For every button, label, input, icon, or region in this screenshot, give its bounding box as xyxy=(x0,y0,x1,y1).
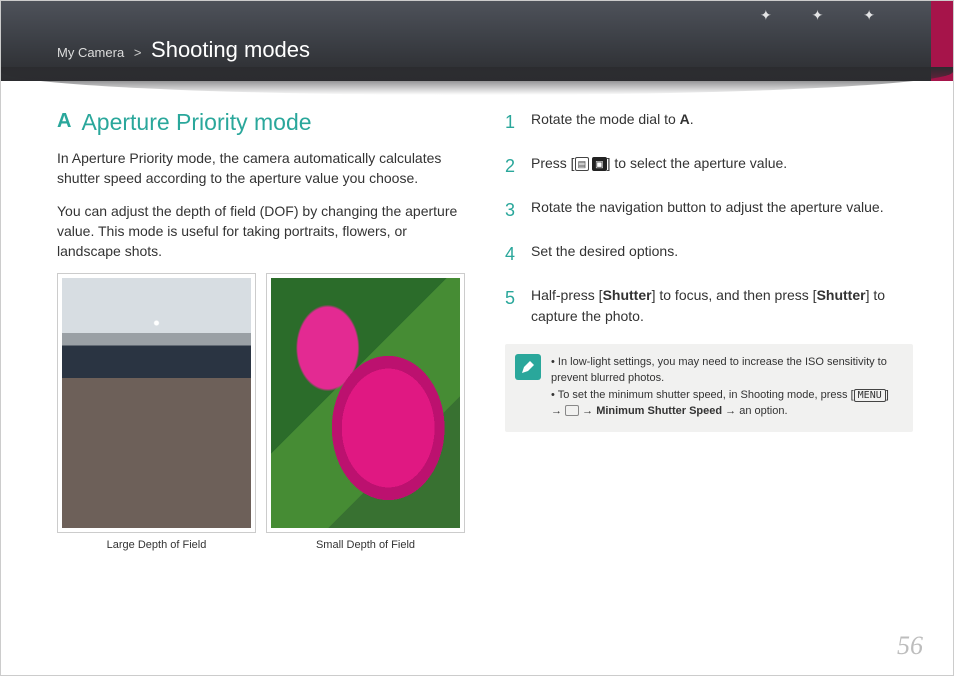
accent-bar xyxy=(931,1,953,81)
page-title: Shooting modes xyxy=(151,37,310,62)
step-text: Press [▤▣] to select the aperture value. xyxy=(531,153,787,179)
step-item: 4 Set the desired options. xyxy=(505,241,913,267)
figure-small-dof: Small Depth of Field xyxy=(266,273,465,551)
manual-page: ✦ ✦ ✦ My Camera > Shooting modes A Apert… xyxy=(0,0,954,676)
breadcrumb-root: My Camera xyxy=(57,45,124,60)
step-item: 3 Rotate the navigation button to adjust… xyxy=(505,197,913,223)
pen-icon xyxy=(520,359,536,375)
step-item: 5 Half-press [Shutter] to focus, and the… xyxy=(505,285,913,326)
page-header: ✦ ✦ ✦ My Camera > Shooting modes xyxy=(1,1,953,81)
intro-paragraph-1: In Aperture Priority mode, the camera au… xyxy=(57,148,465,189)
sample-photo-large-dof xyxy=(62,278,251,528)
exposure-button-icon: ▤ xyxy=(575,157,590,171)
camera-button-icon xyxy=(565,405,579,416)
section-heading-row: A Aperture Priority mode xyxy=(57,109,465,136)
left-column: A Aperture Priority mode In Aperture Pri… xyxy=(57,109,465,551)
note-box: In low-light settings, you may need to i… xyxy=(505,344,913,432)
step-text: Half-press [Shutter] to focus, and then … xyxy=(531,285,913,326)
figure-caption: Large Depth of Field xyxy=(57,539,256,551)
note-icon xyxy=(515,354,541,380)
note-item: In low-light settings, you may need to i… xyxy=(551,354,899,387)
header-decor-stars: ✦ ✦ ✦ xyxy=(760,7,893,24)
intro-paragraph-2: You can adjust the depth of field (DOF) … xyxy=(57,201,465,262)
figure-caption: Small Depth of Field xyxy=(266,539,465,551)
step-number: 4 xyxy=(505,241,521,267)
sample-photo-small-dof xyxy=(271,278,460,528)
button-icons: ▤▣ xyxy=(575,157,607,171)
page-number: 56 xyxy=(897,631,923,661)
note-item: To set the minimum shutter speed, in Sho… xyxy=(551,387,899,420)
right-column: 1 Rotate the mode dial to A. 2 Press [▤▣… xyxy=(505,109,913,551)
step-number: 2 xyxy=(505,153,521,179)
breadcrumb-sep: > xyxy=(128,45,148,60)
step-text: Rotate the navigation button to adjust t… xyxy=(531,197,884,223)
aperture-mode-icon: A xyxy=(57,110,71,133)
step-number: 3 xyxy=(505,197,521,223)
step-text: Rotate the mode dial to A. xyxy=(531,109,694,135)
steps-list: 1 Rotate the mode dial to A. 2 Press [▤▣… xyxy=(505,109,913,326)
step-item: 2 Press [▤▣] to select the aperture valu… xyxy=(505,153,913,179)
step-item: 1 Rotate the mode dial to A. xyxy=(505,109,913,135)
note-list: In low-light settings, you may need to i… xyxy=(551,354,899,420)
menu-button-icon: MENU xyxy=(854,389,886,402)
step-number: 1 xyxy=(505,109,521,135)
mode-dial-a-icon: A xyxy=(680,111,690,127)
step-text: Set the desired options. xyxy=(531,241,678,267)
breadcrumb: My Camera > Shooting modes xyxy=(57,37,310,63)
step-number: 5 xyxy=(505,285,521,326)
figure-image-box xyxy=(266,273,465,533)
figure-image-box xyxy=(57,273,256,533)
content-columns: A Aperture Priority mode In Aperture Pri… xyxy=(1,81,953,551)
figure-large-dof: Large Depth of Field xyxy=(57,273,256,551)
figure-row: Large Depth of Field Small Depth of Fiel… xyxy=(57,273,465,551)
section-heading: Aperture Priority mode xyxy=(81,109,311,136)
metering-button-icon: ▣ xyxy=(592,157,607,171)
